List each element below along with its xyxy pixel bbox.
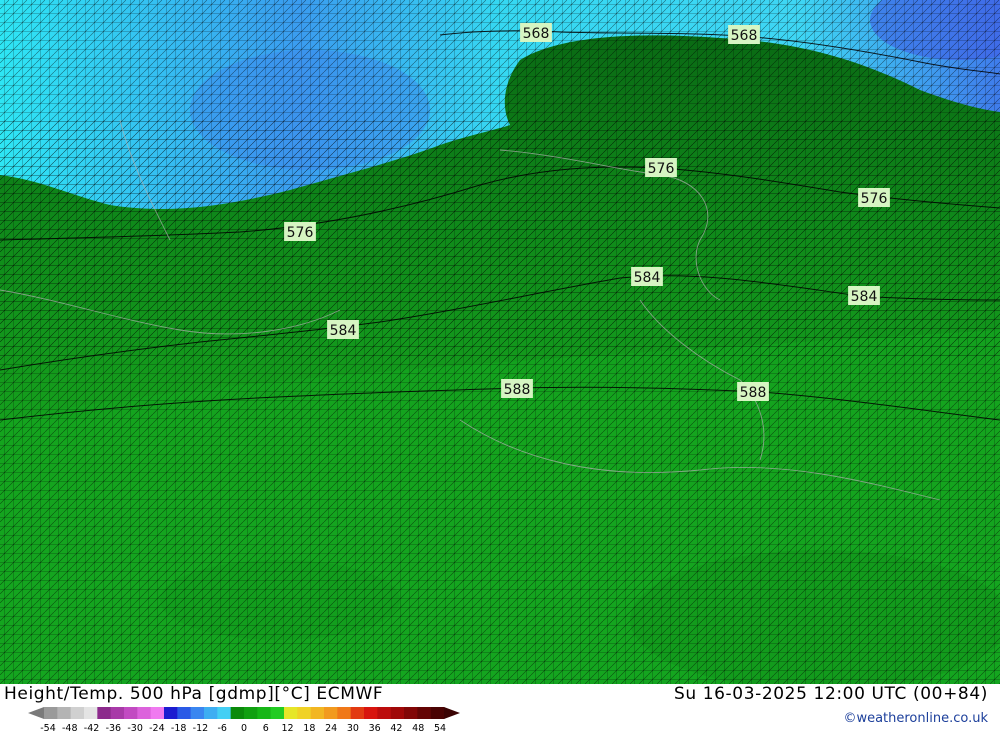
- contour-label: 568: [520, 23, 552, 42]
- colorbar-tick-label: -36: [106, 723, 122, 733]
- colorbar-swatch: [57, 707, 71, 719]
- colorbar-swatch: [244, 707, 258, 719]
- colorbar-swatch: [124, 707, 138, 719]
- contour-label-text: 568: [731, 28, 758, 44]
- contour-label: 568: [728, 25, 760, 44]
- colorbar-tick-label: 12: [282, 723, 294, 733]
- footer-bar: Height/Temp. 500 hPa [gdmp][°C] ECMWF Su…: [0, 684, 1000, 733]
- colorbar-swatch: [284, 707, 298, 719]
- contour-label: 588: [501, 379, 533, 398]
- colorbar-swatch: [364, 707, 378, 719]
- contour-label: 584: [848, 286, 880, 305]
- colorbar-tick-label: 54: [434, 723, 446, 733]
- colorbar-swatch: [150, 707, 165, 719]
- contour-label: 584: [631, 267, 663, 286]
- contour-label-text: 576: [861, 191, 888, 207]
- colorbar-swatch: [190, 707, 205, 719]
- contour-label: 588: [737, 382, 769, 401]
- colorbar-swatch: [324, 707, 338, 719]
- contour-label-text: 584: [851, 289, 878, 305]
- colorbar-tick-label: -42: [84, 723, 100, 733]
- height-temperature-map: 568 568 576 576 576 584 584 584 588 588: [0, 0, 1000, 684]
- colorbar-left-arrow: [28, 707, 44, 719]
- colorbar-tick-label: -24: [149, 723, 165, 733]
- colorbar-tick-label: -6: [217, 723, 226, 733]
- colorbar-swatch: [164, 707, 178, 719]
- colorbar-swatch: [417, 707, 431, 719]
- contour-label-text: 584: [634, 270, 661, 286]
- colorbar-tick-label: 6: [263, 723, 269, 733]
- colorbar-swatch: [430, 707, 445, 719]
- colorbar-tick-label: -54: [40, 723, 56, 733]
- colorbar-swatch: [110, 707, 125, 719]
- colorbar-swatch: [404, 707, 418, 719]
- colorbar-tick-label: 36: [369, 723, 381, 733]
- colorbar-swatch: [137, 707, 151, 719]
- contour-label-text: 568: [523, 26, 550, 42]
- colorbar-swatch: [177, 707, 191, 719]
- colorbar-tick-label: -18: [171, 723, 187, 733]
- contour-label: 576: [645, 158, 677, 177]
- colorbar-swatch: [337, 707, 351, 719]
- colorbar-swatch: [97, 707, 111, 719]
- colorbar-tick-label: -48: [62, 723, 78, 733]
- colorbar-swatch: [44, 707, 58, 719]
- colorbar-swatch: [270, 707, 285, 719]
- colorbar-swatch: [377, 707, 391, 719]
- colorbar-tick-label: 42: [390, 723, 402, 733]
- colorbar-swatch: [230, 707, 245, 719]
- temperature-colorbar: -54 -48 -42 -36 -30 -24 -18 -12 -6 0 6 12 18 24 30 36 42…: [28, 707, 460, 733]
- valid-datetime: Su 16-03-2025 12:00 UTC (00+84): [673, 684, 988, 704]
- colorbar-right-arrow: [444, 707, 460, 719]
- colorbar-tick-label: -30: [127, 723, 143, 733]
- colorbar-tick-label: 18: [303, 723, 315, 733]
- colorbar-swatch: [204, 707, 218, 719]
- colorbar-swatch: [310, 707, 325, 719]
- contour-label: 584: [327, 320, 359, 339]
- colorbar-tick-label: -12: [193, 723, 209, 733]
- credit-link[interactable]: ©weatheronline.co.uk: [843, 711, 988, 726]
- colorbar-swatch: [350, 707, 365, 719]
- colorbar-swatch: [84, 707, 98, 719]
- colorbar-swatch: [257, 707, 271, 719]
- contour-label-text: 584: [330, 323, 357, 339]
- contour-label-text: 576: [648, 161, 675, 177]
- map-title: Height/Temp. 500 hPa [gdmp][°C] ECMWF: [4, 684, 384, 704]
- colorbar-swatch: [390, 707, 405, 719]
- contour-label: 576: [858, 188, 890, 207]
- contour-label-text: 576: [287, 225, 314, 241]
- colorbar-tick-label: 30: [347, 723, 359, 733]
- contour-label-text: 588: [740, 385, 767, 401]
- colorbar-swatch: [297, 707, 311, 719]
- contour-label: 576: [284, 222, 316, 241]
- colorbar-swatch: [217, 707, 231, 719]
- contour-label-text: 588: [504, 382, 531, 398]
- colorbar-tick-label: 24: [325, 723, 337, 733]
- colorbar-tick-label: 48: [412, 723, 424, 733]
- colorbar-tick-label: 0: [241, 723, 247, 733]
- colorbar-swatch: [70, 707, 85, 719]
